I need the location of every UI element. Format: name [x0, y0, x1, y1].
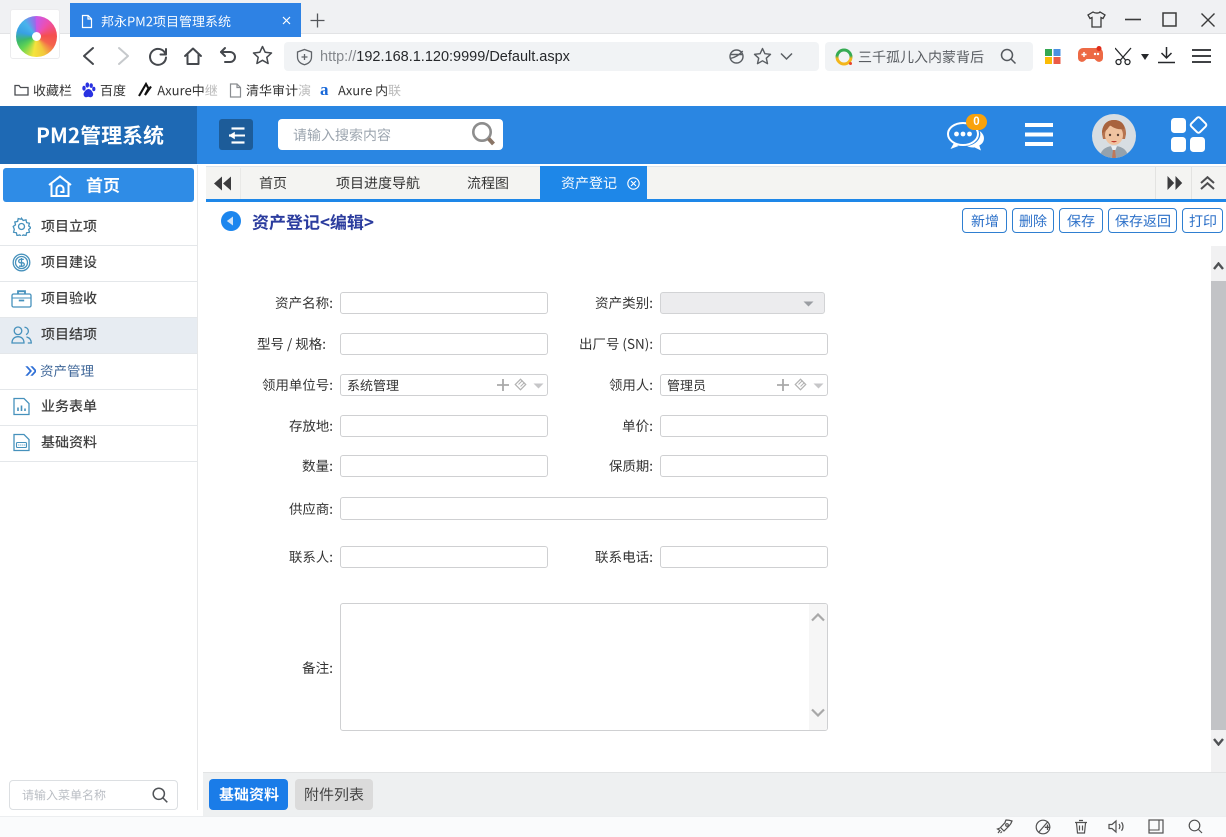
- svg-text:a: a: [320, 82, 329, 98]
